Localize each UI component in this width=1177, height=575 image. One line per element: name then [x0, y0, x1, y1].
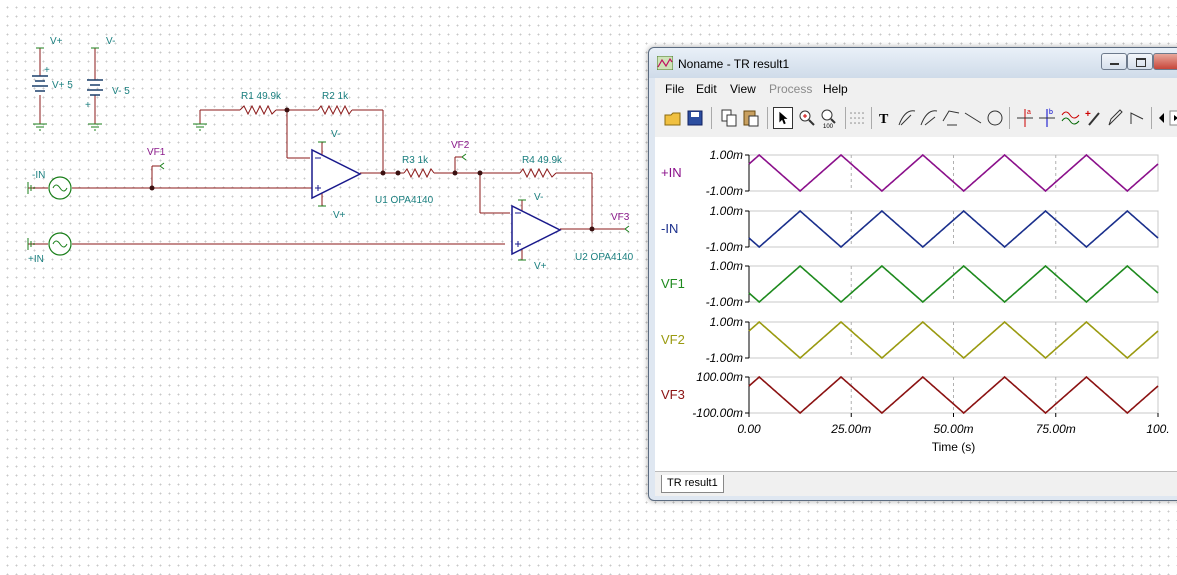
x-axis-label: Time (s) [932, 440, 976, 454]
y-max-tick-label: 1.00m [710, 259, 743, 273]
supply-pos-label: V+ 5 [52, 80, 73, 91]
x-tick-label: 75.00m [1036, 422, 1076, 436]
cursor-a-icon[interactable]: a [1015, 107, 1035, 129]
svg-text:b: b [1049, 109, 1053, 116]
circle-icon[interactable] [985, 107, 1005, 129]
r3-label: R3 1k [402, 155, 429, 166]
probe-icon[interactable]: + [1083, 107, 1103, 129]
menu-view[interactable]: View [730, 82, 756, 96]
pos-in-label: +IN [28, 254, 44, 265]
y-max-tick-label: 1.00m [710, 315, 743, 329]
y-max-tick-label: 100.00m [696, 370, 743, 384]
tab-tr-result1[interactable]: TR result1 [661, 475, 724, 493]
text-icon[interactable]: T [875, 107, 895, 129]
schematic-diagram[interactable]: V+ V+ 5 V- V- 5 -IN +IN R1 49.9k R2 1k R… [0, 0, 650, 300]
result-window[interactable]: Noname - TR result1 File Edit View Proce… [648, 47, 1177, 501]
minimize-icon [1110, 63, 1119, 65]
transient-chart[interactable]: 1.00m -1.00m +IN 1.00m -1.00m -IN 1.00m -1.00m V… [655, 137, 1177, 471]
line-icon[interactable] [963, 107, 983, 129]
battery-plus-sign: + [85, 100, 91, 111]
transient-plot-area[interactable]: 1.00m -1.00m +IN 1.00m -1.00m -IN 1.00m -1.00m V… [655, 137, 1177, 471]
y-min-tick-label: -1.00m [706, 184, 743, 198]
u2-vneg-label: V- [534, 192, 543, 203]
window-titlebar[interactable]: Noname - TR result1 [649, 48, 1177, 78]
zoom-100-icon[interactable]: 100 [819, 107, 839, 129]
svg-text:T: T [879, 112, 889, 127]
toolbar: 100 T a b + [655, 99, 1177, 137]
y-max-tick-label: 1.00m [710, 204, 743, 218]
pointer-icon[interactable] [773, 107, 793, 129]
r1-label: R1 49.9k [241, 91, 282, 102]
menu-file[interactable]: File [665, 82, 684, 96]
curve-tool-2-icon[interactable] [919, 107, 939, 129]
toolbar-separator [1009, 107, 1010, 129]
paste-icon[interactable] [741, 107, 761, 129]
svg-text:100: 100 [823, 124, 834, 129]
u2-vpos-label: V+ [534, 261, 547, 272]
x-tick-label: 25.00m [830, 422, 871, 436]
u2-label: U2 OPA4140 [575, 252, 634, 263]
series-name-label: +IN [661, 165, 682, 180]
vf2-label: VF2 [451, 140, 470, 151]
menu-bar: File Edit View Process Help [655, 78, 1177, 99]
toolbar-separator [767, 107, 768, 129]
menu-process[interactable]: Process [769, 82, 812, 96]
menu-edit[interactable]: Edit [696, 82, 717, 96]
menu-help[interactable]: Help [823, 82, 848, 96]
cursor-b-icon[interactable]: b [1037, 107, 1057, 129]
series-name-label: -IN [661, 221, 678, 236]
maximize-button[interactable] [1127, 53, 1153, 70]
zoom-in-icon[interactable] [797, 107, 817, 129]
toolbar-separator [1151, 107, 1152, 129]
r2-label: R2 1k [322, 91, 349, 102]
x-tick-label: 50.00m [933, 422, 973, 436]
battery-plus-sign: + [44, 65, 50, 76]
pen-icon[interactable] [1105, 107, 1125, 129]
series-name-label: VF2 [661, 332, 685, 347]
curve-tool-icon[interactable] [897, 107, 917, 129]
series-name-label: VF3 [661, 387, 685, 402]
supply-neg-node-label: V- [106, 36, 115, 47]
curve-tool-3-icon[interactable] [941, 107, 961, 129]
open-icon[interactable] [663, 107, 683, 129]
toolbar-separator [845, 107, 846, 129]
minimize-button[interactable] [1101, 53, 1127, 70]
save-icon[interactable] [685, 107, 705, 129]
app-icon [657, 56, 673, 70]
y-min-tick-label: -1.00m [706, 240, 743, 254]
close-button[interactable] [1153, 53, 1177, 70]
vf3-label: VF3 [611, 212, 630, 223]
svg-text:a: a [1027, 109, 1031, 116]
u1-vneg-label: V- [331, 129, 340, 140]
toolbar-separator [711, 107, 712, 129]
series-name-label: VF1 [661, 276, 685, 291]
window-title: Noname - TR result1 [678, 57, 790, 71]
svg-text:+: + [1085, 109, 1091, 120]
r4-label: R4 49.9k [522, 155, 563, 166]
y-min-tick-label: -1.00m [706, 295, 743, 309]
waveform-icon[interactable] [1061, 107, 1081, 129]
x-tick-label: 100. [1146, 422, 1169, 436]
u1-label: U1 OPA4140 [375, 195, 434, 206]
toolbar-separator [871, 107, 872, 129]
scroll-right-icon[interactable] [1169, 107, 1177, 129]
vf1-label: VF1 [147, 147, 166, 158]
copy-icon[interactable] [719, 107, 739, 129]
grid-icon[interactable] [847, 107, 867, 129]
left-arrow-icon[interactable] [1127, 107, 1147, 129]
y-max-tick-label: 1.00m [710, 148, 743, 162]
maximize-icon [1136, 58, 1146, 67]
supply-neg-label: V- 5 [112, 86, 130, 97]
status-bar: TR result1 [655, 471, 1177, 496]
y-min-tick-label: -1.00m [706, 351, 743, 365]
y-min-tick-label: -100.00m [692, 406, 743, 420]
u1-vpos-label: V+ [333, 210, 346, 221]
x-tick-label: 0.00 [737, 422, 761, 436]
scroll-left-icon[interactable] [1155, 107, 1169, 129]
neg-in-label: -IN [32, 170, 45, 181]
supply-pos-node-label: V+ [50, 36, 63, 47]
